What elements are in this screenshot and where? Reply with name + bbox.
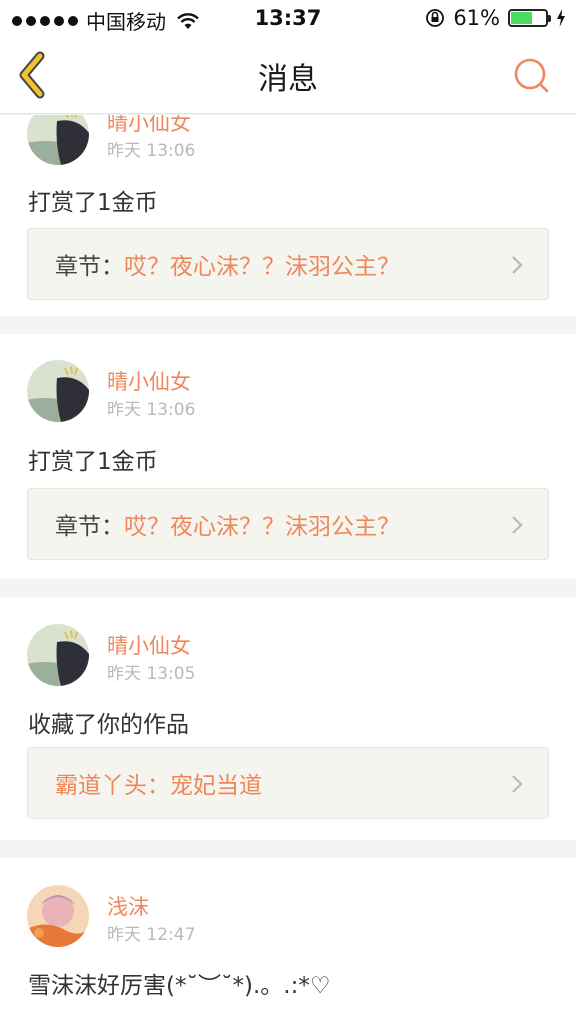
battery-level <box>511 12 532 24</box>
chevron-right-icon <box>512 775 523 793</box>
work-link[interactable]: 霸道丫头：宠妃当道 <box>27 747 549 819</box>
message-card[interactable]: 晴小仙女 昨天 13:06 打赏了1金币 章节： 哎？夜心沫？？沫羽公主？ <box>0 334 576 579</box>
battery-percent: 61% <box>453 6 500 30</box>
chapter-label: 章节： <box>55 254 124 280</box>
navigation-bar: 消息 <box>0 38 576 114</box>
message-card[interactable]: 浅沫 昨天 12:47 雪沫沫好厉害(*˘︶˘*).。.:*♡ <box>0 858 576 1024</box>
message-card[interactable]: 晴小仙女 昨天 13:06 打赏了1金币 章节： 哎？夜心沫？？沫羽公主？ <box>0 115 576 316</box>
user-name[interactable]: 晴小仙女 <box>107 366 191 396</box>
page-title: 消息 <box>258 62 318 97</box>
chapter-link[interactable]: 章节： 哎？夜心沫？？沫羽公主？ <box>27 488 549 560</box>
chevron-right-icon <box>512 516 523 534</box>
message-text: 雪沫沫好厉害(*˘︶˘*).。.:*♡ <box>28 973 331 999</box>
chevron-right-icon <box>512 256 523 274</box>
message-card[interactable]: 晴小仙女 昨天 13:05 收藏了你的作品 霸道丫头：宠妃当道 <box>0 597 576 840</box>
chapter-link[interactable]: 章节： 哎？夜心沫？？沫羽公主？ <box>27 228 549 300</box>
chapter-title: 哎？夜心沫？？沫羽公主？ <box>124 514 400 540</box>
timestamp: 昨天 13:05 <box>107 664 196 684</box>
message-text: 打赏了1金币 <box>28 449 158 475</box>
status-right: 61% <box>425 6 566 30</box>
timestamp: 昨天 13:06 <box>107 141 196 161</box>
user-name[interactable]: 晴小仙女 <box>107 115 191 137</box>
message-list[interactable]: 晴小仙女 昨天 13:06 打赏了1金币 章节： 哎？夜心沫？？沫羽公主？ 晴小… <box>0 115 576 1024</box>
avatar[interactable] <box>27 360 89 422</box>
avatar[interactable] <box>27 115 89 165</box>
chapter-label: 章节： <box>55 514 124 540</box>
user-name[interactable]: 晴小仙女 <box>107 630 191 660</box>
message-text: 收藏了你的作品 <box>28 712 189 738</box>
timestamp: 昨天 13:06 <box>107 400 196 420</box>
search-icon[interactable] <box>512 56 552 96</box>
message-text: 打赏了1金币 <box>28 190 158 216</box>
timestamp: 昨天 12:47 <box>107 925 196 945</box>
charging-icon <box>557 9 565 27</box>
status-bar: 中国移动 13:37 61% <box>0 0 576 38</box>
user-name[interactable]: 浅沫 <box>107 891 149 921</box>
avatar[interactable] <box>27 624 89 686</box>
work-title: 霸道丫头：宠妃当道 <box>55 773 262 799</box>
lock-rotation-icon <box>426 9 445 27</box>
avatar[interactable] <box>27 885 89 947</box>
chapter-title: 哎？夜心沫？？沫羽公主？ <box>124 254 400 280</box>
battery-icon <box>508 9 551 27</box>
